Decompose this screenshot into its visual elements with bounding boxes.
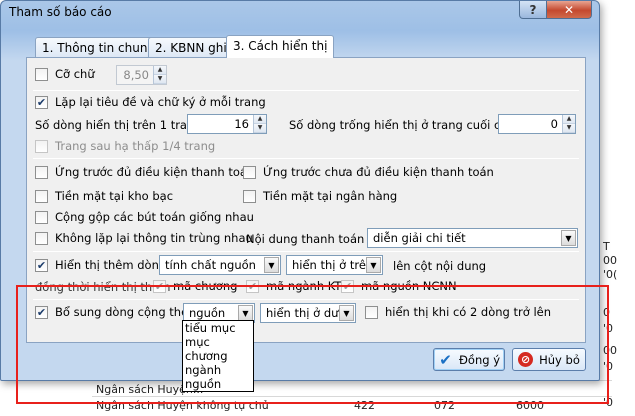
merge-entries-label: Cộng gộp các bút toán giống nhau — [55, 210, 254, 224]
tab-label: 2. KBNN ghi — [155, 41, 227, 55]
tab-label: 1. Thông tin chung — [42, 41, 156, 55]
arrow-down-icon[interactable]: ▼ — [254, 124, 266, 133]
help-icon: ? — [529, 2, 537, 17]
advance-ok-label: Ứng trước đủ điều kiện thanh toán — [55, 165, 255, 179]
rows-per-page-value: 16 — [234, 117, 249, 131]
tab-label: 3. Cách hiển thị — [233, 39, 328, 53]
extra-position-select[interactable]: hiển thị ở trên ▼ — [286, 255, 383, 275]
no-repeat-label: Không lặp lại thông tin trùng nhau — [55, 231, 253, 245]
font-size-row: Cỡ chữ — [35, 64, 95, 84]
tab-kbnn-record[interactable]: 2. KBNN ghi — [148, 37, 234, 57]
font-size-stepper[interactable]: 8,50 ▲ ▼ — [116, 65, 167, 85]
cash-treasury-label: Tiền mặt tại kho bạc — [55, 189, 174, 203]
tab-general-info[interactable]: 1. Thông tin chung — [35, 37, 163, 57]
payment-content-label: Nội dung thanh toán là — [246, 232, 379, 246]
advance-ok-checkbox[interactable] — [35, 165, 48, 179]
repeat-title-row: ✔ Lặp lại tiêu đề và chữ ký ở mỗi trang — [35, 92, 266, 112]
show-extra-checkbox[interactable]: ✔ — [35, 258, 48, 272]
lower-page-row: Trang sau hạ thấp 1/4 trang — [35, 136, 215, 156]
extra-position-value: hiển thị ở trên — [292, 258, 366, 272]
advance-ok-row: Ứng trước đủ điều kiện thanh toán — [35, 162, 254, 182]
stepper-arrows[interactable]: ▲ ▼ — [253, 115, 266, 133]
background-edge-text: 00 — [603, 254, 617, 267]
advance-notok-checkbox[interactable] — [243, 165, 256, 179]
arrow-up-icon[interactable]: ▲ — [254, 115, 266, 124]
divider — [33, 251, 579, 252]
arrow-down-icon[interactable]: ▼ — [563, 124, 575, 133]
close-button[interactable]: ✕ — [546, 1, 592, 19]
no-repeat-row: Không lặp lại thông tin trùng nhau — [35, 228, 253, 248]
dialog-title: Tham số báo cáo — [9, 5, 112, 19]
rows-per-page-stepper[interactable]: 16 ▲ ▼ — [187, 114, 267, 134]
cash-bank-checkbox[interactable] — [243, 189, 256, 203]
chevron-down-icon[interactable]: ▼ — [561, 230, 576, 246]
chevron-down-icon[interactable]: ▼ — [366, 257, 381, 273]
payment-content-select[interactable]: diễn giải chi tiết ▼ — [367, 228, 578, 248]
arrow-up-icon[interactable]: ▲ — [563, 115, 575, 124]
lower-page-checkbox[interactable] — [35, 139, 48, 153]
font-size-checkbox[interactable] — [35, 67, 48, 81]
background-edge-text: T — [603, 240, 610, 253]
merge-entries-row: Cộng gộp các bút toán giống nhau — [35, 207, 254, 227]
blank-rows-value: 0 — [550, 117, 558, 131]
repeat-title-label: Lặp lại tiêu đề và chữ ký ở mỗi trang — [55, 95, 266, 109]
cash-treasury-checkbox[interactable] — [35, 189, 48, 203]
stepper-arrows[interactable]: ▲ ▼ — [153, 66, 166, 84]
advance-notok-row: Ứng trước chưa đủ điều kiện thanh toán — [243, 162, 494, 182]
arrow-up-icon[interactable]: ▲ — [154, 66, 166, 75]
extra-suffix-label: lên cột nội dung — [393, 259, 487, 273]
lower-page-label: Trang sau hạ thấp 1/4 trang — [55, 139, 216, 153]
help-button[interactable]: ? — [519, 1, 547, 19]
font-size-value: 8,50 — [123, 68, 149, 82]
cash-bank-row: Tiền mặt tại ngân hàng — [243, 186, 397, 206]
title-bar[interactable]: Tham số báo cáo ? ✕ — [1, 1, 599, 25]
close-icon: ✕ — [563, 2, 575, 17]
arrow-down-icon[interactable]: ▼ — [154, 75, 166, 84]
no-repeat-checkbox[interactable] — [35, 231, 48, 245]
font-size-label: Cỡ chữ — [55, 67, 95, 81]
payment-content-value: diễn giải chi tiết — [373, 231, 466, 245]
stepper-arrows[interactable]: ▲ ▼ — [562, 115, 575, 133]
background-edge-text: '0( — [603, 268, 618, 281]
blank-rows-label: Số dòng trống hiển thị ở trang cuối cùng — [289, 118, 523, 132]
cash-treasury-row: Tiền mặt tại kho bạc — [35, 186, 173, 206]
highlight-annotation — [16, 285, 609, 404]
extra-line-select[interactable]: tính chất nguồn ▼ — [159, 255, 281, 275]
extra-line-value: tính chất nguồn — [165, 258, 256, 272]
repeat-title-checkbox[interactable]: ✔ — [35, 95, 48, 109]
chevron-down-icon[interactable]: ▼ — [264, 257, 279, 273]
show-extra-row: ✔ Hiển thị thêm dòng — [35, 255, 166, 275]
show-extra-label: Hiển thị thêm dòng — [55, 258, 167, 272]
rows-per-page-label: Số dòng hiển thị trên 1 trang — [35, 118, 202, 132]
merge-entries-checkbox[interactable] — [35, 210, 48, 224]
advance-notok-label: Ứng trước chưa đủ điều kiện thanh toán — [263, 165, 494, 179]
divider — [33, 90, 579, 91]
divider — [33, 158, 579, 159]
tab-display-options[interactable]: 3. Cách hiển thị — [226, 35, 335, 58]
blank-rows-stepper[interactable]: 0 ▲ ▼ — [498, 114, 576, 134]
cash-bank-label: Tiền mặt tại ngân hàng — [263, 189, 398, 203]
